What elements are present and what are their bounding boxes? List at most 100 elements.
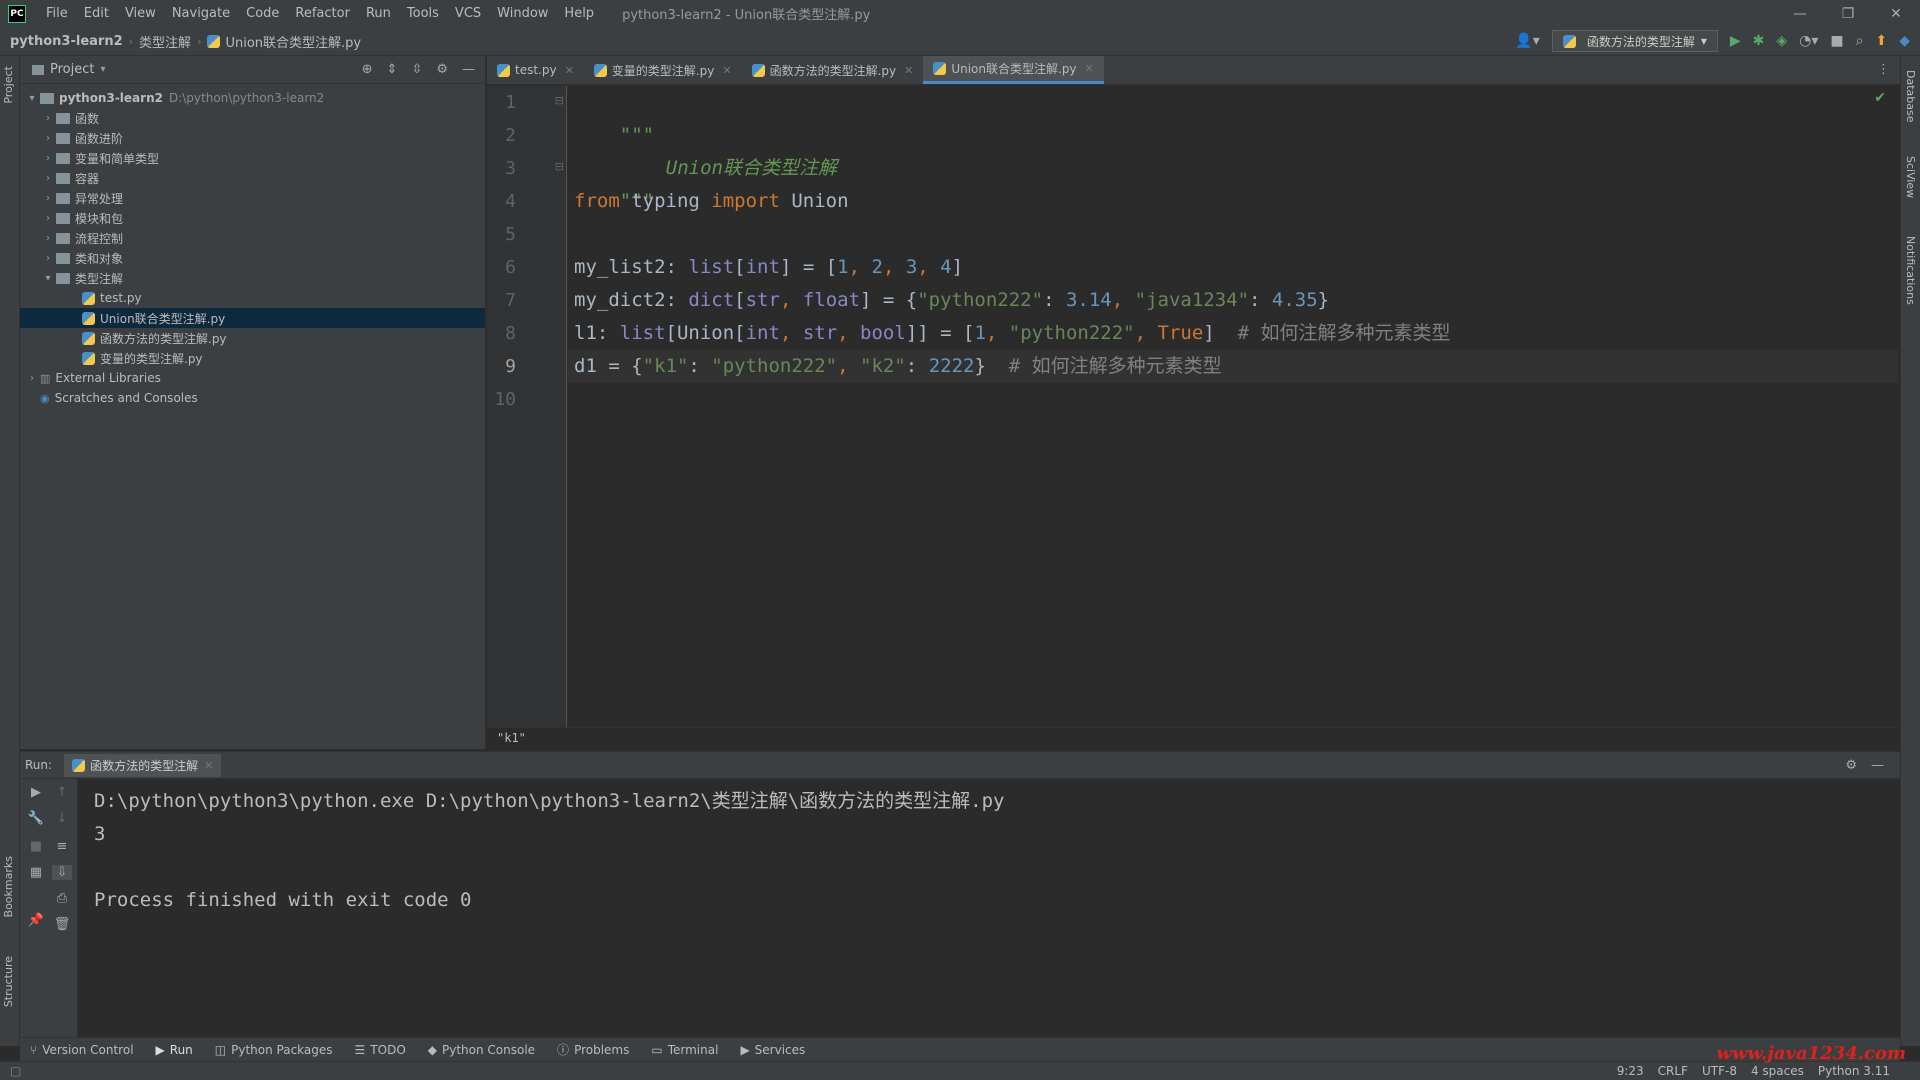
project-tool-button[interactable]: Project [2, 66, 15, 104]
run-icon[interactable]: ▶ [1730, 33, 1741, 49]
tab-function-annotation[interactable]: 函数方法的类型注解.py ✕ [742, 56, 924, 84]
menu-file[interactable]: File [38, 6, 76, 21]
tooltab-todo[interactable]: ☰ TODO [355, 1043, 406, 1057]
tree-folder[interactable]: › 函数 [20, 108, 485, 128]
run-configuration-select[interactable]: 函数方法的类型注解 ▾ [1551, 30, 1718, 52]
gear-icon[interactable]: ⚙ [1845, 758, 1857, 773]
menu-code[interactable]: Code [238, 6, 287, 21]
locate-icon[interactable]: ⊕ [362, 62, 373, 77]
jetbrains-icon[interactable]: ◆ [1899, 33, 1910, 49]
stop-icon[interactable]: ■ [26, 839, 46, 854]
more-tabs-icon[interactable]: ⋮ [1867, 56, 1900, 84]
scroll-to-end-icon[interactable]: ⇩ [52, 865, 72, 880]
inspection-ok-icon[interactable]: ✔ [1874, 90, 1886, 106]
menu-help[interactable]: Help [556, 6, 602, 21]
run-tab[interactable]: 函数方法的类型注解 ✕ [64, 753, 222, 777]
tree-root[interactable]: ▾ python3-learn2 D:\python\python3-learn… [20, 88, 485, 108]
run-console[interactable]: D:\python\python3\python.exe D:\python\p… [78, 779, 1900, 1037]
notifications-tool-button[interactable]: Notifications [1904, 236, 1917, 305]
down-arrow-icon[interactable]: ↓ [52, 811, 72, 826]
fold-icon[interactable]: ⊟ [555, 94, 564, 107]
editor-breadcrumb[interactable]: "k1" [487, 727, 1900, 749]
menu-navigate[interactable]: Navigate [164, 6, 238, 21]
breadcrumb-project[interactable]: python3-learn2 [10, 34, 123, 49]
menu-refactor[interactable]: Refactor [287, 6, 358, 21]
breadcrumb-folder[interactable]: 类型注解 [139, 32, 191, 51]
coverage-icon[interactable]: ◈ [1776, 33, 1787, 49]
pin-icon[interactable]: 📌 [26, 913, 46, 928]
stop-icon[interactable]: ■ [1830, 33, 1843, 49]
menu-window[interactable]: Window [489, 6, 556, 21]
restore-icon[interactable]: ❐ [1824, 6, 1872, 22]
tree-folder[interactable]: › 容器 [20, 168, 485, 188]
tree-folder[interactable]: › 类和对象 [20, 248, 485, 268]
indent-setting[interactable]: 4 spaces [1751, 1064, 1804, 1078]
tooltab-services[interactable]: ▶ Services [740, 1043, 805, 1057]
project-panel-title[interactable]: Project [50, 62, 94, 77]
close-tab-icon[interactable]: ✕ [1085, 62, 1094, 75]
wrench-icon[interactable]: 🔧 [26, 811, 46, 826]
breadcrumb-file[interactable]: Union联合类型注解.py [225, 32, 361, 51]
minimize-icon[interactable]: — [1776, 6, 1824, 22]
rerun-icon[interactable]: ▶ [26, 785, 46, 800]
tree-scratches[interactable]: ◉ Scratches and Consoles [20, 388, 485, 408]
tree-file[interactable]: 函数方法的类型注解.py [20, 328, 485, 348]
tree-folder[interactable]: › 模块和包 [20, 208, 485, 228]
debug-icon[interactable]: ✱ [1753, 33, 1765, 49]
tab-union-annotation[interactable]: Union联合类型注解.py ✕ [923, 56, 1104, 84]
tooltab-version-control[interactable]: ⑂ Version Control [30, 1043, 134, 1057]
up-arrow-icon[interactable]: ↑ [52, 785, 72, 800]
structure-tool-button[interactable]: Structure [2, 956, 15, 1007]
update-icon[interactable]: ⬆ [1875, 33, 1887, 49]
tree-file-selected[interactable]: Union联合类型注解.py [20, 308, 485, 328]
menu-run[interactable]: Run [358, 6, 399, 21]
bookmarks-tool-button[interactable]: Bookmarks [2, 856, 15, 917]
gear-icon[interactable]: ⚙ [436, 62, 448, 77]
tooltab-python-console[interactable]: ◆ Python Console [428, 1043, 535, 1057]
menu-vcs[interactable]: VCS [447, 6, 489, 21]
close-tab-icon[interactable]: ✕ [204, 759, 213, 772]
line-separator[interactable]: CRLF [1658, 1064, 1688, 1078]
trash-icon[interactable]: 🗑 [52, 917, 72, 932]
menu-tools[interactable]: Tools [399, 6, 447, 21]
tree-folder[interactable]: ▾ 类型注解 [20, 268, 485, 288]
close-tab-icon[interactable]: ✕ [904, 64, 913, 77]
chevron-down-icon[interactable]: ▾ [100, 64, 105, 75]
layout-toggle-icon[interactable]: ▢ [10, 1064, 21, 1078]
close-tab-icon[interactable]: ✕ [565, 64, 574, 77]
caret-position[interactable]: 9:23 [1617, 1064, 1644, 1078]
tab-test-py[interactable]: test.py ✕ [487, 56, 584, 84]
tree-file[interactable]: 变量的类型注解.py [20, 348, 485, 368]
user-icon[interactable]: 👤▾ [1515, 33, 1539, 49]
search-icon[interactable]: ⌕ [1856, 33, 1864, 49]
collapse-all-icon[interactable]: ⇳ [411, 62, 422, 77]
tooltab-problems[interactable]: ⓘ Problems [557, 1041, 629, 1058]
tab-variable-annotation[interactable]: 变量的类型注解.py ✕ [584, 56, 742, 84]
menu-view[interactable]: View [117, 6, 164, 21]
close-tab-icon[interactable]: ✕ [722, 64, 731, 77]
tooltab-terminal[interactable]: ▭ Terminal [651, 1043, 718, 1057]
tooltab-run[interactable]: ▶ Run [156, 1043, 193, 1057]
profile-icon[interactable]: ◔▾ [1799, 33, 1818, 49]
tree-folder[interactable]: › 异常处理 [20, 188, 485, 208]
tree-folder[interactable]: › 流程控制 [20, 228, 485, 248]
soft-wrap-icon[interactable]: ≡ [52, 839, 72, 854]
expand-all-icon[interactable]: ⇕ [387, 62, 398, 77]
close-icon[interactable]: ✕ [1872, 6, 1920, 22]
fold-icon[interactable]: ⊟ [555, 160, 564, 173]
tree-folder[interactable]: › 变量和简单类型 [20, 148, 485, 168]
python-interpreter[interactable]: Python 3.11 [1818, 1064, 1890, 1078]
tooltab-python-packages[interactable]: ◫ Python Packages [215, 1043, 333, 1057]
tree-folder[interactable]: › 函数进阶 [20, 128, 485, 148]
hide-icon[interactable]: — [1871, 758, 1884, 773]
tree-file[interactable]: test.py [20, 288, 485, 308]
menu-edit[interactable]: Edit [76, 6, 117, 21]
hide-icon[interactable]: — [462, 62, 475, 77]
file-encoding[interactable]: UTF-8 [1702, 1064, 1737, 1078]
layout-icon[interactable]: ▦ [26, 865, 46, 880]
print-icon[interactable]: ⎙ [52, 891, 72, 906]
tree-external-libraries[interactable]: › ▥ External Libraries [20, 368, 485, 388]
sciview-tool-button[interactable]: SciView [1904, 156, 1917, 198]
code-editor[interactable]: ✔ """ Union联合类型注解 """ from typing import… [568, 86, 1900, 727]
database-tool-button[interactable]: Database [1904, 70, 1917, 123]
